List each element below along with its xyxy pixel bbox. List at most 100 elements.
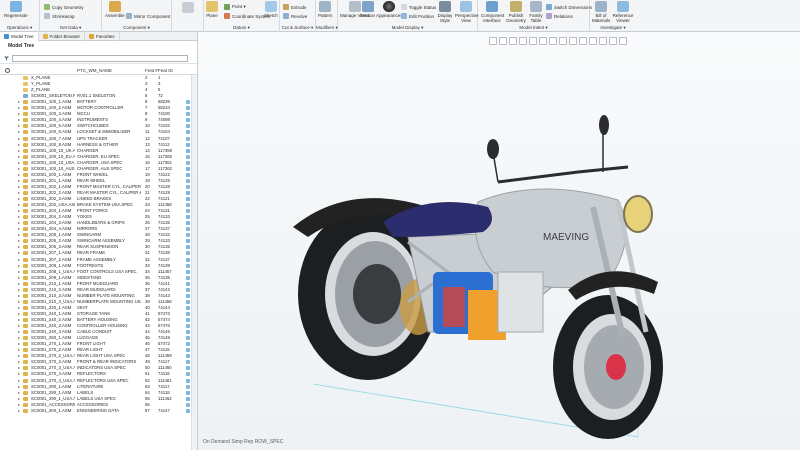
- status-marker-icon: [186, 257, 190, 262]
- bill-of-materials-icon: [595, 1, 607, 12]
- section-icon: [361, 1, 374, 12]
- assembly-icon: [23, 130, 28, 135]
- row-param: ENGINEERING DATA: [77, 407, 120, 413]
- operations-group: Regenerate Operations ▾: [0, 0, 40, 32]
- edit-position-button[interactable]: Edit Position: [401, 13, 434, 19]
- assembly-icon: [23, 100, 28, 105]
- assembly-icon: [23, 233, 28, 238]
- tree-row[interactable]: ▸ SC0001_300_1.ASM ENGINEERING DATA 57 74147: [0, 408, 197, 414]
- headlight: [623, 195, 653, 233]
- extrude-icon: [283, 4, 289, 10]
- assembly-icon: [23, 154, 28, 159]
- perspective-view-icon: [460, 1, 472, 12]
- column-ptc-wm-name[interactable]: PTC_WM_NAME: [77, 68, 112, 73]
- shrinkwrap-button[interactable]: Shrinkwrap: [44, 13, 75, 19]
- assembly-icon: [23, 360, 28, 365]
- status-marker-icon: [186, 402, 190, 407]
- pattern-button[interactable]: Pattern: [318, 1, 333, 18]
- row-feat-num: 57: [145, 407, 150, 413]
- assembly-icon: [23, 227, 28, 232]
- assemble-button[interactable]: Assemble: [105, 1, 125, 18]
- assembly-icon: [23, 372, 28, 377]
- status-marker-icon: [186, 245, 190, 250]
- filter-icon[interactable]: [4, 56, 9, 61]
- sketch-button[interactable]: Sketch: [264, 1, 278, 18]
- assembly-icon: [23, 275, 28, 280]
- status-marker-icon: [186, 378, 190, 383]
- assembly-icon: [23, 324, 28, 329]
- model-tree-filter: [0, 53, 197, 64]
- family-table-button[interactable]: Family Table: [528, 1, 544, 23]
- assembly-icon: [23, 330, 28, 335]
- part-icon: [23, 94, 28, 99]
- switch-dimensions-icon: [546, 4, 552, 10]
- assembly-icon: [23, 197, 28, 201]
- status-marker-icon: [186, 142, 190, 147]
- tab-model-tree[interactable]: Model Tree: [0, 32, 39, 41]
- switch-dimensions-button[interactable]: Switch Dimensions: [546, 4, 592, 10]
- components-box-group: [172, 0, 204, 32]
- model-tree-rows: X_PLANE 2 1 Y_PLANE 3 3 Z_PLANE 4 5 SC0001_SKELET…: [0, 75, 197, 450]
- components-icon: [182, 2, 194, 13]
- assembly-icon: [23, 396, 28, 401]
- publish-geometry-button[interactable]: Publish Geometry: [506, 1, 526, 23]
- datum-plane-icon: [23, 76, 28, 80]
- reference-viewer-button[interactable]: Reference Viewer: [612, 1, 634, 23]
- get-data-group: Copy Geometry Shrinkwrap Get Data ▾: [40, 0, 102, 32]
- filter-input[interactable]: [12, 55, 188, 62]
- assembly-icon: [23, 311, 28, 316]
- status-marker-icon: [186, 209, 190, 214]
- assembly-icon: [23, 305, 28, 310]
- status-marker-icon: [186, 136, 190, 141]
- appearances-icon: [383, 1, 396, 12]
- status-marker-icon: [186, 318, 190, 322]
- status-marker-icon: [186, 360, 190, 365]
- status-marker-icon: [186, 348, 190, 353]
- datum-plane-icon: [23, 82, 28, 87]
- motorcycle-model[interactable]: MAEVING: [198, 32, 800, 450]
- status-marker-icon: [186, 299, 190, 304]
- assembly-icon: [23, 166, 28, 171]
- model-tree-title: Model Tree: [0, 41, 197, 51]
- extrude-button[interactable]: Extrude: [283, 4, 307, 10]
- assembly-icon: [23, 318, 28, 322]
- manage-views-icon: [348, 1, 361, 12]
- revolve-button[interactable]: Revolve: [283, 13, 307, 19]
- point-button[interactable]: Point ▾: [224, 4, 246, 10]
- status-marker-icon: [186, 336, 190, 341]
- column-feat-num[interactable]: Feat #: [145, 68, 158, 73]
- appearances-button[interactable]: Appearances: [376, 1, 403, 18]
- regenerate-icon: [9, 1, 22, 12]
- status-marker-icon: [186, 281, 190, 286]
- assembly-icon: [23, 251, 28, 256]
- expand-icon[interactable]: ▸: [18, 408, 20, 414]
- component-interface-icon: [486, 1, 498, 12]
- model-display-group: Manage Views Section Appearances Toggle …: [338, 0, 479, 32]
- toggle-status-icon: [401, 4, 407, 10]
- assembly-icon: [23, 408, 28, 413]
- graphics-viewport[interactable]: MAEVING On Demand Simp Rep ROW_SPEC: [197, 32, 800, 450]
- mirror-component-button[interactable]: Mirror Component: [126, 13, 170, 19]
- settings-icon[interactable]: [5, 68, 10, 73]
- publish-geometry-icon: [510, 1, 522, 12]
- assembly-icon: [23, 366, 28, 371]
- tab-favorites[interactable]: Favorites: [85, 32, 120, 41]
- status-marker-icon: [186, 251, 190, 256]
- column-feat-id[interactable]: Feat ID: [158, 68, 173, 73]
- perspective-view-button[interactable]: Perspective View: [455, 1, 479, 23]
- tab-folder-browser[interactable]: Folder Browser: [39, 32, 86, 41]
- bill-of-materials-button[interactable]: Bill of Materials: [592, 1, 610, 23]
- regenerate-button[interactable]: Regenerate: [4, 1, 28, 18]
- plane-button[interactable]: Plane: [206, 1, 218, 18]
- assembly-icon: [23, 142, 28, 147]
- copy-geometry-button[interactable]: Copy Geometry: [44, 4, 84, 10]
- reference-viewer-icon: [617, 1, 629, 12]
- relations-button[interactable]: Relations: [546, 13, 573, 19]
- assembly-icon: [23, 263, 28, 268]
- status-marker-icon: [186, 203, 190, 208]
- toggle-status-button[interactable]: Toggle Status: [401, 4, 436, 10]
- status-marker-icon: [186, 342, 190, 347]
- component-interface-button[interactable]: Component Interface: [481, 1, 504, 23]
- section-button[interactable]: Section: [360, 1, 375, 18]
- display-style-button[interactable]: Display Style: [437, 1, 453, 23]
